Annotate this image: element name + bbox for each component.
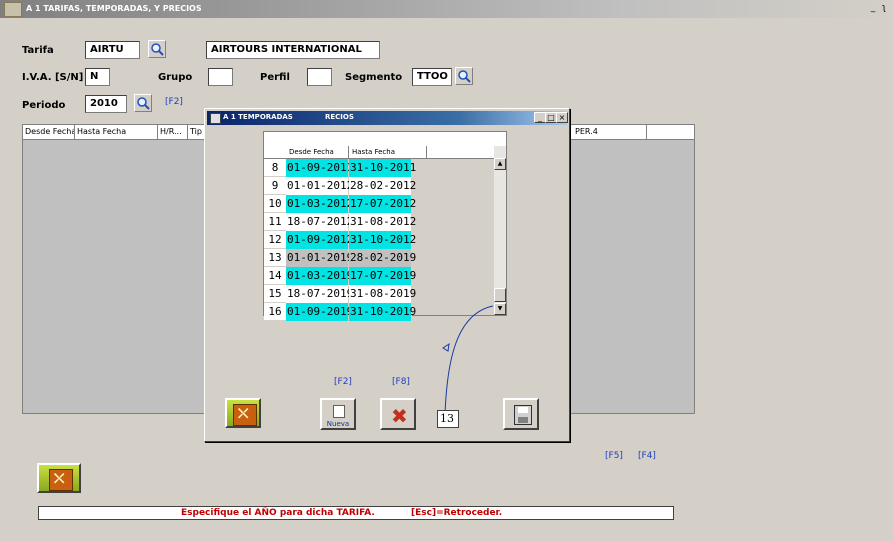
dialog-icon (210, 113, 221, 124)
cell-desde-fecha[interactable]: 01-03-2019 (286, 267, 353, 285)
cell-hasta-fecha[interactable]: 31-10-2011 (349, 159, 416, 177)
cell-desde-fecha[interactable]: 01-01-2012 (286, 177, 353, 195)
th-hasta-fecha[interactable]: Hasta Fecha (349, 146, 427, 158)
window-titlebar: A 1 TARIFAS, TEMPORADAS, Y PRECIOS _ ʅ (0, 0, 893, 18)
tarifa-name-field[interactable]: AIRTOURS INTERNATIONAL (206, 41, 380, 59)
periodo-search-button[interactable] (134, 94, 152, 112)
tarifa-search-button[interactable] (148, 40, 166, 58)
status-bar: Especifique el AÑO para dicha TARIFA. [E… (38, 506, 674, 520)
tarifa-code-field[interactable]: AIRTU (85, 41, 140, 59)
scroll-up-arrow[interactable]: ▲ (494, 158, 506, 170)
table-row[interactable]: 13 01-01-2019 28-02-2019 (264, 249, 494, 267)
delete-button[interactable]: ✖ (380, 398, 416, 430)
grid-col-hr[interactable]: H/R... (158, 125, 188, 139)
exit-icon: ⛌ (49, 469, 73, 491)
dialog-close-button[interactable]: × (556, 112, 568, 123)
periodo-field[interactable]: 2010 (85, 95, 127, 113)
table-row[interactable]: 14 01-03-2019 17-07-2019 (264, 267, 494, 285)
iva-field[interactable]: N (85, 68, 110, 86)
save-button[interactable] (503, 398, 539, 430)
cell-desde-fecha[interactable]: 01-01-2019 (286, 249, 353, 267)
status-hint: [Esc]=Retroceder. (411, 508, 503, 518)
window-title: A 1 TARIFAS, TEMPORADAS, Y PRECIOS (26, 4, 202, 13)
dialog-titlebar: A 1 TEMPORADAS RECIOS _ □ × (207, 111, 568, 125)
cell-hasta-fecha[interactable]: 17-07-2019 (349, 267, 416, 285)
row-number: 15 (264, 285, 286, 303)
search-icon (137, 97, 150, 110)
segmento-search-button[interactable] (455, 67, 473, 85)
perfil-field[interactable] (307, 68, 332, 86)
connector-curve (442, 305, 494, 415)
delete-icon: ✖ (391, 404, 408, 428)
floppy-disk-icon (514, 405, 532, 425)
table-row[interactable]: 9 01-01-2012 28-02-2012 (264, 177, 494, 195)
temporadas-table[interactable]: Desde Fecha Hasta Fecha 8 01-09-2011 31-10… (263, 131, 507, 321)
cell-desde-fecha[interactable]: 01-09-2011 (286, 159, 353, 177)
grid-col-hasta[interactable]: Hasta Fecha (75, 125, 158, 139)
cell-hasta-fecha[interactable]: 31-08-2012 (349, 213, 416, 231)
table-row[interactable]: 12 01-09-2012 31-10-2012 (264, 231, 494, 249)
table-row[interactable]: 10 01-03-2012 17-07-2012 (264, 195, 494, 213)
cell-desde-fecha[interactable]: 18-07-2019 (286, 285, 353, 303)
row-number: 16 (264, 303, 286, 321)
dialog-title: A 1 TEMPORADAS (223, 113, 293, 121)
tarifa-label: Tarifa (22, 45, 54, 56)
cell-desde-fecha[interactable]: 18-07-2012 (286, 213, 353, 231)
temporadas-dialog: A 1 TEMPORADAS RECIOS _ □ × Desde Fecha … (204, 108, 570, 442)
row-number: 8 (264, 159, 286, 177)
cell-hasta-fecha[interactable]: 31-10-2012 (349, 231, 416, 249)
segmento-label: Segmento (345, 72, 403, 83)
cell-desde-fecha[interactable]: 01-03-2012 (286, 195, 353, 213)
main-exit-button[interactable]: ⛌ (37, 463, 81, 493)
grupo-field[interactable] (208, 68, 233, 86)
grupo-label: Grupo (158, 72, 193, 83)
periodo-label: Periodo (22, 100, 66, 111)
new-button-label: Nueva (326, 420, 350, 428)
app-icon (4, 2, 22, 17)
table-header: Desde Fecha Hasta Fecha (264, 146, 494, 159)
status-message: Especifique el AÑO para dicha TARIFA. (181, 508, 375, 518)
cell-hasta-fecha[interactable]: 31-10-2019 (349, 303, 416, 321)
dialog-exit-button[interactable]: ⛌ (225, 398, 261, 428)
table-row[interactable]: 11 18-07-2012 31-08-2012 (264, 213, 494, 231)
exit-icon: ⛌ (233, 404, 257, 426)
dialog-title-fragment: RECIOS (325, 113, 354, 121)
segmento-field[interactable]: TTOO (412, 68, 452, 86)
restore-button[interactable]: ʅ (879, 3, 889, 13)
cell-desde-fecha[interactable]: 01-09-2019 (286, 303, 353, 321)
cell-hasta-fecha[interactable]: 28-02-2019 (349, 249, 416, 267)
cell-hasta-fecha[interactable]: 31-08-2019 (349, 285, 416, 303)
iva-label: I.V.A. [S/N] (22, 72, 84, 83)
row-number: 10 (264, 195, 286, 213)
grid-col-per4[interactable]: PER.4 (573, 125, 647, 139)
minimize-button[interactable]: _ (868, 3, 878, 13)
table-row[interactable]: 15 18-07-2019 31-08-2019 (264, 285, 494, 303)
scroll-thumb[interactable] (494, 288, 506, 302)
cell-hasta-fecha[interactable]: 28-02-2012 (349, 177, 416, 195)
search-icon (458, 70, 471, 83)
row-number: 12 (264, 231, 286, 249)
f4-fkey: [F4] (638, 451, 656, 461)
nueva-fkey: [F2] (334, 377, 352, 387)
periodo-fkey: [F2] (165, 97, 183, 107)
row-number: 9 (264, 177, 286, 195)
table-top-bar (264, 132, 506, 147)
perfil-label: Perfil (260, 72, 290, 83)
th-desde-fecha[interactable]: Desde Fecha (286, 146, 349, 158)
new-button[interactable]: Nueva (320, 398, 356, 430)
counter-field[interactable]: 13 (437, 410, 459, 428)
row-number: 14 (264, 267, 286, 285)
new-document-icon (333, 405, 345, 418)
search-icon (151, 43, 164, 56)
row-number: 11 (264, 213, 286, 231)
cell-desde-fecha[interactable]: 01-09-2012 (286, 231, 353, 249)
f5-fkey: [F5] (605, 451, 623, 461)
table-row[interactable]: 8 01-09-2011 31-10-2011 (264, 159, 494, 177)
row-number: 13 (264, 249, 286, 267)
cell-hasta-fecha[interactable]: 17-07-2012 (349, 195, 416, 213)
delete-fkey: [F8] (392, 377, 410, 387)
grid-col-desde[interactable]: Desde Fecha (23, 125, 75, 139)
table-scrollbar[interactable]: ▲ ▼ (494, 146, 506, 315)
